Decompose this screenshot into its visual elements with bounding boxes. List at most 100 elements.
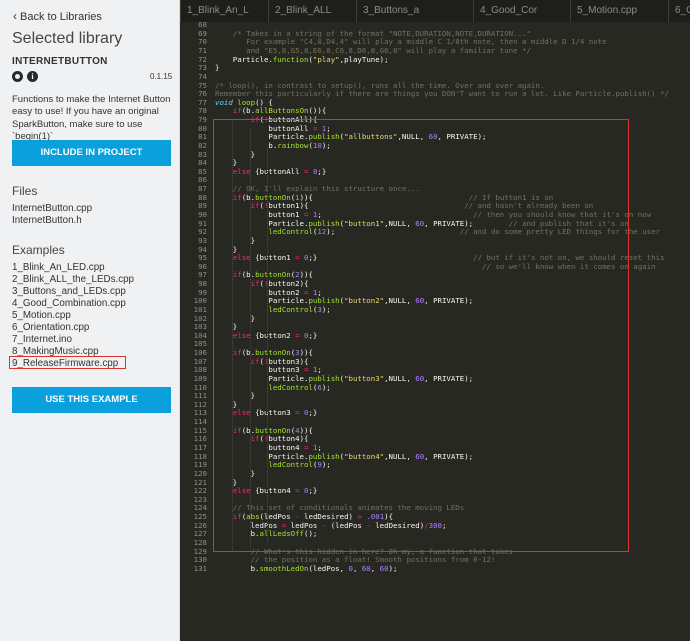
file-item[interactable]: InternetButton.h [12,215,92,227]
example-item[interactable]: 7_Internet.ino [12,334,134,346]
editor-tab[interactable]: 5_Motion.cpp [570,0,668,22]
code-token: ); [388,563,398,573]
example-item[interactable]: 6_Orientation.cpp [12,322,134,334]
code-token: (ledPos, [308,563,349,573]
code-token: ); [321,140,331,150]
code-line: 104 else {button2 = 0;} [180,330,690,341]
code-line: 119 ledControl(9); [180,460,690,470]
section-title: Selected library [12,30,123,47]
code-token: } [215,63,220,73]
code-token: "button1" [344,218,385,228]
code-token: rainbow [277,140,309,150]
code-token: ; [441,520,447,530]
code-token: buttonOn [255,192,291,202]
code-token: (b. [241,192,256,202]
code-text: } [215,63,220,73]
editor-tab[interactable]: 3_Buttons_a [356,0,473,22]
code-line: 93 } [180,236,690,246]
code-line: 72 Particle.function("play",playTune); [180,54,690,65]
example-item[interactable]: 5_Motion.cpp [12,310,134,322]
example-item[interactable]: 1_Blink_An_LED.cpp [12,262,134,274]
code-line: 110 ledControl(6); [180,382,690,393]
code-token: (); [304,529,318,539]
code-token: ); [321,382,331,392]
back-label: Back to Libraries [20,11,102,23]
code-token: {button2 [250,330,296,340]
back-to-libraries-link[interactable]: ‹ Back to Libraries [13,9,102,23]
editor-tab[interactable]: 2_Blink_ALL [268,0,356,22]
code-token: 60 [415,218,425,228]
code-token: 60 [415,373,425,383]
code-line: 113 else {button3 = 0;} [180,409,690,418]
code-token: , PRIVATE); [424,296,474,306]
code-token: ledControl [268,382,313,392]
code-token: {buttonAll [250,166,305,176]
editor-tab[interactable]: 4_Good_Cor [473,0,570,22]
library-name: INTERNETBUTTON [12,56,108,67]
code-token: "allbuttons" [344,132,398,142]
code-token: // and publish that it's on [473,218,629,228]
code-line: 127 b.allLedsOff(); [180,529,690,539]
code-token: ); [321,304,331,314]
code-line: 101 ledControl(3); [180,304,690,315]
example-item[interactable]: 4_Good_Combination.cpp [12,298,134,310]
code-token: (ledPos [326,520,367,530]
code-token: ,NULL, [384,296,416,306]
code-editor[interactable]: Particle.function("play",playTune);6869 … [180,22,690,641]
code-token: ledControl [268,304,313,314]
code-token: else [232,408,251,418]
code-line: 73} [180,63,690,73]
code-token: else [232,330,251,340]
code-token: {button3 [250,408,296,418]
code-line: 120 } [180,469,690,479]
code-token: b. [215,563,260,573]
code-token: ;} [317,166,327,176]
code-token: Particle. [215,218,309,228]
line-number: 131 [193,563,207,573]
code-token: ledPos [215,520,282,530]
code-token: , [352,563,362,573]
code-line: 83 } [180,150,690,160]
library-description: Functions to make the Internet Button ea… [12,94,171,143]
code-token: 60 [428,132,438,142]
code-token: buttonAll){ [268,115,318,125]
code-token: ,NULL, [384,451,416,461]
library-sidebar: ‹ Back to Libraries Selected library INTE… [0,0,180,641]
code-token: ;} [308,408,318,418]
code-token: Particle. [215,54,273,64]
github-icon[interactable] [12,71,23,82]
code-token: )){ [299,192,313,202]
code-text: ledControl(12); // and do some pretty LE… [215,227,660,237]
file-item[interactable]: InternetButton.cpp [12,203,92,215]
code-text: Remember this particularly if there are … [215,89,669,99]
code-token: "button2" [344,296,385,306]
include-in-project-button[interactable]: INCLUDE IN PROJECT [12,140,171,166]
use-this-example-button[interactable]: USE THIS EXAMPLE [12,387,171,413]
code-token: ,playTune); [339,54,389,64]
code-token: else [232,253,251,263]
code-token: 60 [379,563,389,573]
code-token: 12 [317,227,327,237]
code-token: else [232,486,251,496]
example-item[interactable]: 2_Blink_ALL_the_LEDs.cpp [12,274,134,286]
code-token: ledControl [268,460,313,470]
code-token: ledPos [286,520,322,530]
example-item[interactable]: 3_Buttons_and_LEDs.cpp [12,286,134,298]
code-line: 85 else {buttonAll = 0;} [180,166,690,177]
info-icon[interactable]: i [27,71,38,82]
code-token: ,NULL, [397,132,429,142]
code-text: Particle.function("play",playTune); [215,54,389,65]
editor-tab[interactable]: 1_Blink_An_L [180,0,268,22]
code-token: "button4" [344,451,385,461]
code-token: else [232,166,251,176]
library-version: 0.1.15 [150,72,173,81]
code-token: 10 [312,140,322,150]
code-token: ledControl [268,227,313,237]
editor-tab[interactable]: 6_Orie [668,0,690,22]
code-token: // If button1 is on [312,192,554,202]
